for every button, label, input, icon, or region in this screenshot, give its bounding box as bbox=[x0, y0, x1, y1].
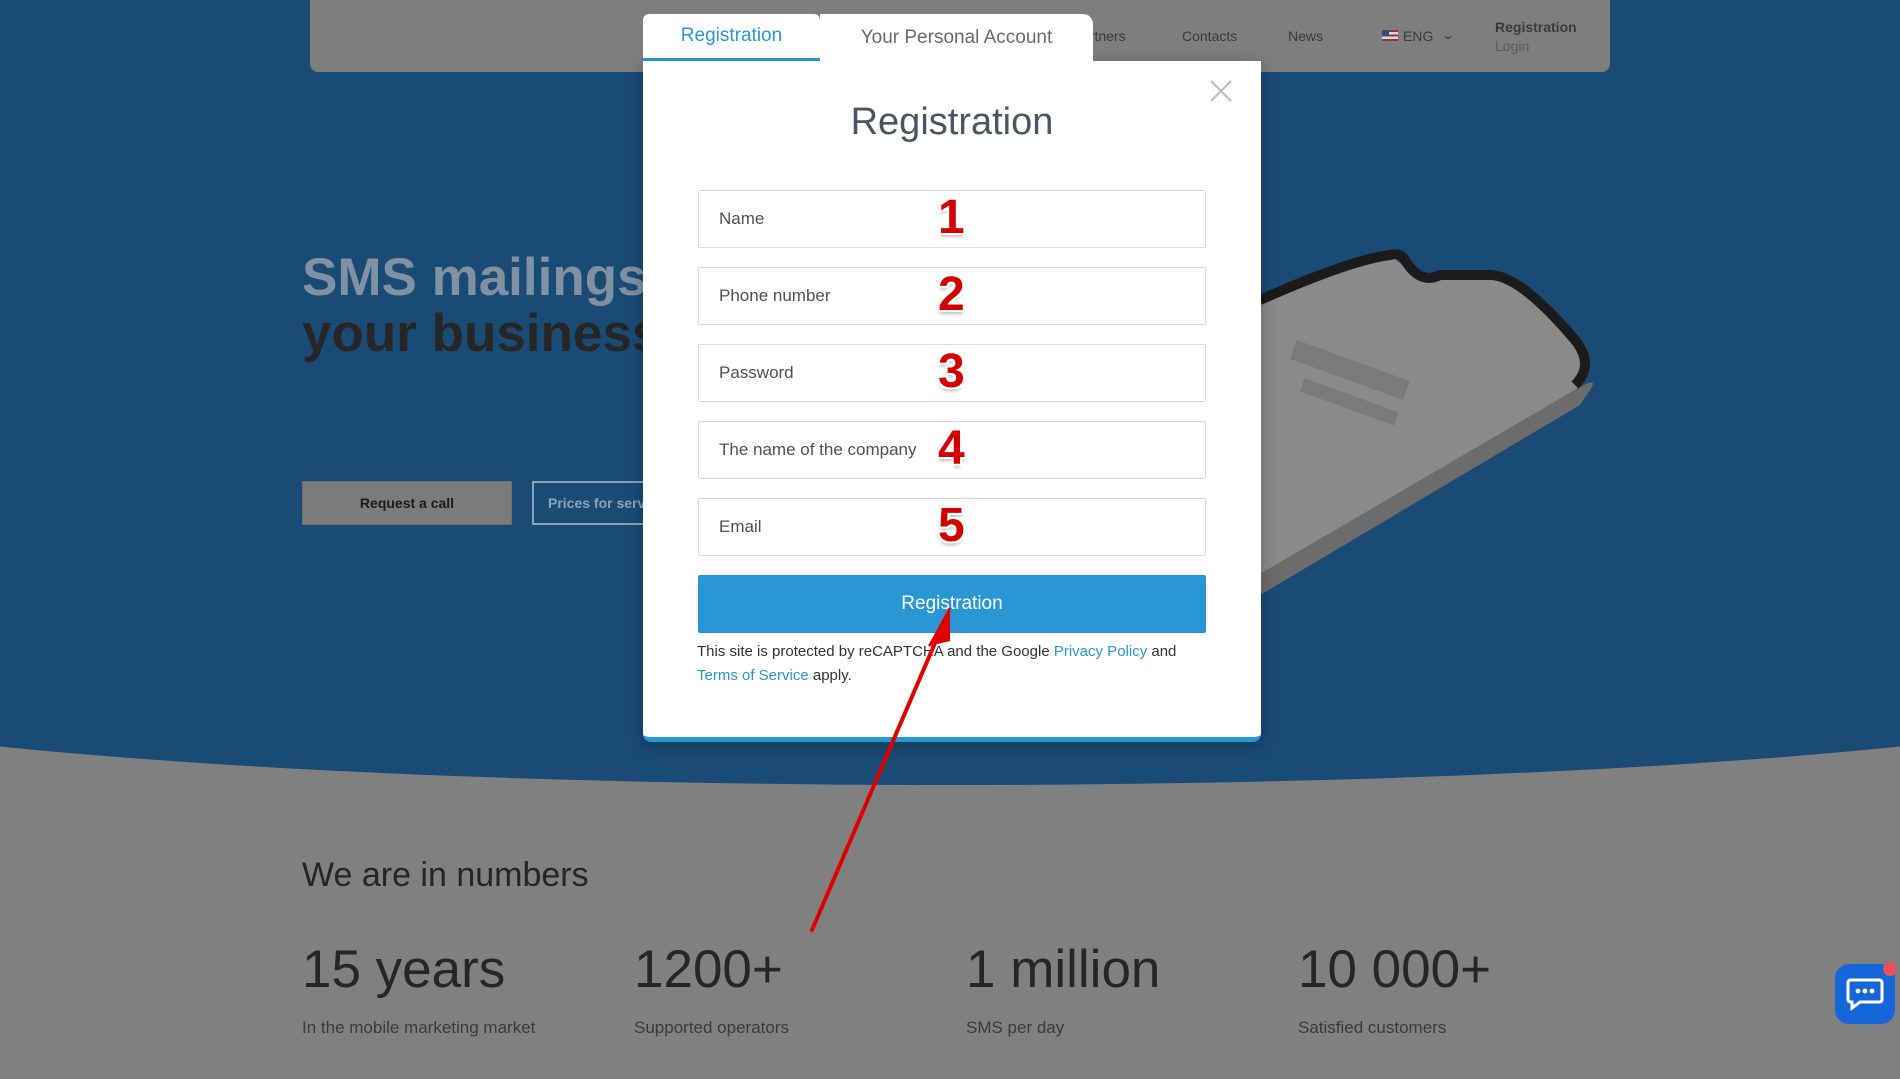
stat-customers: 10 000+ Satisfied customers bbox=[1298, 940, 1491, 1038]
annotation-number-1: 1 bbox=[938, 191, 965, 244]
annotation-number-5: 5 bbox=[938, 499, 965, 552]
registration-submit-button[interactable]: Registration bbox=[698, 575, 1206, 633]
stat-value: 10 000+ bbox=[1298, 940, 1492, 999]
privacy-policy-link[interactable]: Privacy Policy bbox=[1054, 643, 1147, 660]
hero-title-line1: SMS mailings bbox=[302, 248, 647, 307]
stat-sms: 1 million SMS per day bbox=[966, 940, 1160, 1038]
annotation-number-4: 4 bbox=[938, 422, 965, 475]
header-login-link[interactable]: Login bbox=[1495, 38, 1529, 54]
stat-years: 15 years In the mobile marketing market bbox=[302, 940, 535, 1038]
stat-label: Satisfied customers bbox=[1298, 1018, 1447, 1037]
legal-apply: apply. bbox=[812, 667, 852, 684]
recaptcha-notice: This site is protected by reCAPTCHA and … bbox=[697, 640, 1217, 688]
nav-news[interactable]: News bbox=[1288, 28, 1323, 44]
stat-label: In the mobile marketing market bbox=[302, 1018, 536, 1037]
legal-text: This site is protected by reCAPTCHA and … bbox=[697, 643, 1050, 660]
legal-and: and bbox=[1151, 643, 1177, 660]
chat-notification-badge bbox=[1883, 962, 1897, 976]
tab-registration[interactable]: Registration bbox=[643, 14, 820, 61]
stat-label: SMS per day bbox=[966, 1018, 1065, 1037]
terms-of-service-link[interactable]: Terms of Service bbox=[697, 667, 809, 684]
language-select[interactable]: ENG bbox=[1403, 28, 1433, 44]
annotation-number-3: 3 bbox=[938, 345, 965, 398]
header-registration-link[interactable]: Registration bbox=[1495, 19, 1577, 35]
annotation-number-2: 2 bbox=[938, 268, 965, 321]
modal-title: Registration bbox=[850, 101, 1054, 143]
stat-value: 1 million bbox=[966, 940, 1161, 999]
flag-us-icon bbox=[1382, 30, 1398, 41]
hero-title-line2: your business bbox=[302, 304, 662, 363]
tab-personal-account[interactable]: Your Personal Account bbox=[820, 14, 1093, 61]
chevron-down-icon[interactable]: ⌄ bbox=[1441, 28, 1455, 42]
chat-icon bbox=[1846, 978, 1884, 1011]
stat-operators: 1200+ Supported operators bbox=[634, 940, 789, 1038]
hero-title: SMS mailings your business bbox=[302, 250, 661, 362]
nav-contacts[interactable]: Contacts bbox=[1182, 28, 1237, 44]
numbers-title: We are in numbers bbox=[302, 856, 589, 894]
modal-tabs: Registration Your Personal Account bbox=[643, 14, 1093, 61]
stat-value: 1200+ bbox=[634, 940, 783, 999]
stat-label: Supported operators bbox=[634, 1018, 789, 1037]
request-call-button[interactable]: Request a call bbox=[302, 481, 512, 525]
stat-value: 15 years bbox=[302, 940, 506, 999]
